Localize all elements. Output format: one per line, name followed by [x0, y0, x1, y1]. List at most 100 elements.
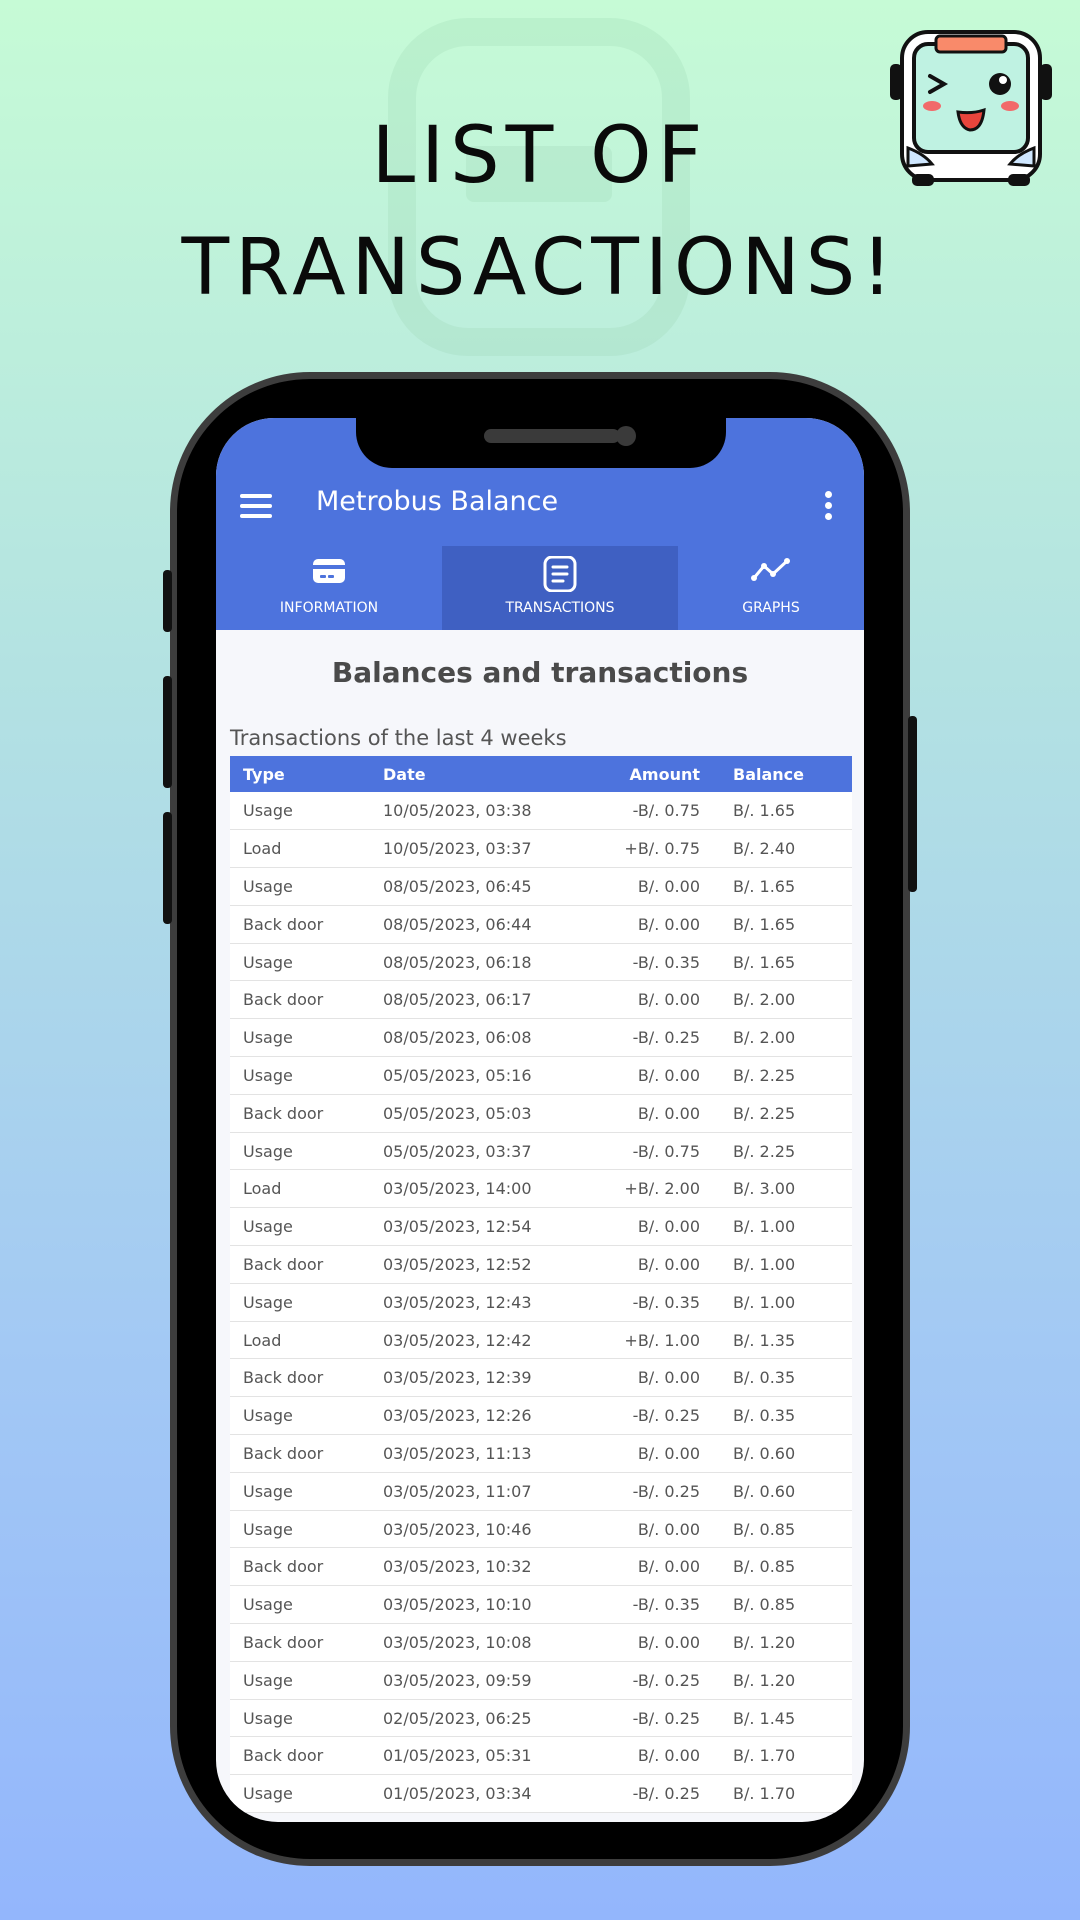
- cell-type: Load: [230, 1321, 370, 1360]
- header-amount: Amount: [590, 756, 720, 792]
- table-row: Usage 10/05/2023, 03:38 -B/. 0.75 B/. 1.65: [230, 792, 852, 831]
- cell-balance: B/. 1.20: [720, 1623, 852, 1662]
- cell-amount: -B/. 0.75: [590, 792, 720, 831]
- table-row: Usage 03/05/2023, 10:10 -B/. 0.35 B/. 0.85: [230, 1585, 852, 1625]
- cell-type: Usage: [230, 1132, 370, 1171]
- cell-amount: B/. 0.00: [590, 1434, 720, 1473]
- cell-balance: B/. 2.25: [720, 1056, 852, 1095]
- cell-type: Back door: [230, 980, 370, 1020]
- cell-balance: B/. 1.65: [720, 792, 852, 831]
- cell-date: 03/05/2023, 11:07: [370, 1472, 590, 1511]
- card-icon: [313, 559, 345, 583]
- cell-amount: B/. 0.00: [590, 1623, 720, 1662]
- table-row: Back door 08/05/2023, 06:44 B/. 0.00 B/. 1.…: [230, 905, 852, 944]
- cell-date: 08/05/2023, 06:18: [370, 943, 590, 982]
- cell-type: Back door: [230, 1434, 370, 1473]
- table-row: Load 10/05/2023, 03:37 +B/. 0.75 B/. 2.40: [230, 829, 852, 869]
- cell-date: 05/05/2023, 03:37: [370, 1132, 590, 1171]
- cell-balance: B/. 0.85: [720, 1585, 852, 1625]
- phone-volume-up: [163, 676, 172, 788]
- cell-amount: -B/. 0.35: [590, 1585, 720, 1625]
- cell-type: Usage: [230, 943, 370, 982]
- table-row: Usage 03/05/2023, 09:59 -B/. 0.25 B/. 1.20: [230, 1661, 852, 1700]
- cell-date: 03/05/2023, 14:00: [370, 1169, 590, 1209]
- tab-bar: INFORMATION TRANSACTIONS GRAPHS: [216, 546, 864, 630]
- cell-amount: B/. 0.00: [590, 1510, 720, 1549]
- cell-amount: -B/. 0.35: [590, 1283, 720, 1322]
- cell-type: Back door: [230, 1358, 370, 1398]
- cell-date: 08/05/2023, 06:45: [370, 867, 590, 906]
- table-header-row: Type Date Amount Balance: [230, 756, 852, 792]
- table-row: Back door 03/05/2023, 10:08 B/. 0.00 B/. 1.…: [230, 1623, 852, 1662]
- cell-balance: B/. 1.35: [720, 1321, 852, 1360]
- more-options-icon[interactable]: [822, 491, 834, 521]
- table-row: Usage 03/05/2023, 10:46 B/. 0.00 B/. 0.85: [230, 1510, 852, 1549]
- cell-date: 08/05/2023, 06:44: [370, 905, 590, 944]
- tab-graphs-label: GRAPHS: [742, 600, 800, 616]
- cell-balance: B/. 2.40: [720, 829, 852, 869]
- table-row: Usage 02/05/2023, 06:25 -B/. 0.25 B/. 1.45: [230, 1699, 852, 1738]
- cell-type: Load: [230, 829, 370, 869]
- cell-date: 03/05/2023, 12:42: [370, 1321, 590, 1360]
- cell-balance: B/. 0.85: [720, 1510, 852, 1549]
- cell-date: 03/05/2023, 12:26: [370, 1396, 590, 1436]
- cell-date: 10/05/2023, 03:38: [370, 792, 590, 831]
- cell-date: 08/05/2023, 06:08: [370, 1018, 590, 1058]
- cell-balance: B/. 2.25: [720, 1094, 852, 1133]
- tab-information[interactable]: INFORMATION: [216, 546, 442, 630]
- cell-type: Usage: [230, 1661, 370, 1700]
- cell-balance: B/. 1.65: [720, 905, 852, 944]
- tab-graphs[interactable]: GRAPHS: [678, 546, 864, 630]
- cell-date: 02/05/2023, 06:25: [370, 1699, 590, 1738]
- cell-balance: B/. 2.00: [720, 980, 852, 1020]
- cell-amount: -B/. 0.25: [590, 1774, 720, 1814]
- cell-date: 01/05/2023, 03:34: [370, 1774, 590, 1814]
- table-row: Back door 03/05/2023, 12:52 B/. 0.00 B/. 1.…: [230, 1245, 852, 1284]
- phone-camera: [616, 426, 636, 446]
- cell-date: 03/05/2023, 10:08: [370, 1623, 590, 1662]
- cell-type: Back door: [230, 1547, 370, 1587]
- page-title: Balances and transactions: [331, 656, 749, 689]
- cell-balance: B/. 0.35: [720, 1396, 852, 1436]
- table-row: Usage 03/05/2023, 11:07 -B/. 0.25 B/. 0.60: [230, 1472, 852, 1511]
- cell-amount: B/. 0.00: [590, 1245, 720, 1284]
- table-row: Usage 08/05/2023, 06:45 B/. 0.00 B/. 1.65: [230, 867, 852, 906]
- cell-type: Usage: [230, 1585, 370, 1625]
- app-title: Metrobus Balance: [316, 486, 559, 517]
- tab-transactions[interactable]: TRANSACTIONS: [442, 546, 678, 630]
- cell-balance: B/. 2.00: [720, 1018, 852, 1058]
- table-row: Usage 05/05/2023, 05:16 B/. 0.00 B/. 2.25: [230, 1056, 852, 1095]
- table-row: Usage 03/05/2023, 12:26 -B/. 0.25 B/. 0.35: [230, 1396, 852, 1436]
- cell-amount: B/. 0.00: [590, 1094, 720, 1133]
- bus-mascot-icon: [890, 30, 1052, 186]
- cell-date: 03/05/2023, 09:59: [370, 1661, 590, 1700]
- cell-type: Load: [230, 1169, 370, 1209]
- table-caption: Transactions of the last 4 weeks: [230, 726, 567, 750]
- cell-type: Usage: [230, 1774, 370, 1814]
- table-row: Usage 03/05/2023, 12:54 B/. 0.00 B/. 1.00: [230, 1207, 852, 1247]
- phone-power-button: [908, 716, 917, 892]
- cell-amount: +B/. 2.00: [590, 1169, 720, 1209]
- cell-type: Back door: [230, 1094, 370, 1133]
- menu-icon[interactable]: [240, 494, 272, 518]
- cell-type: Usage: [230, 1699, 370, 1738]
- cell-date: 03/05/2023, 10:46: [370, 1510, 590, 1549]
- cell-balance: B/. 0.60: [720, 1434, 852, 1473]
- cell-amount: -B/. 0.75: [590, 1132, 720, 1171]
- cell-balance: B/. 1.70: [720, 1774, 852, 1814]
- table-row: Usage 05/05/2023, 03:37 -B/. 0.75 B/. 2.25: [230, 1132, 852, 1171]
- cell-type: Usage: [230, 792, 370, 831]
- cell-amount: -B/. 0.25: [590, 1396, 720, 1436]
- cell-balance: B/. 2.25: [720, 1132, 852, 1171]
- tab-information-label: INFORMATION: [279, 600, 379, 616]
- table-row: Load 03/05/2023, 12:42 +B/. 1.00 B/. 1.35: [230, 1321, 852, 1360]
- cell-balance: B/. 1.65: [720, 867, 852, 906]
- cell-date: 03/05/2023, 12:39: [370, 1358, 590, 1398]
- cell-balance: B/. 1.45: [720, 1699, 852, 1738]
- cell-amount: -B/. 0.25: [590, 1661, 720, 1700]
- phone-screen: Metrobus Balance INFORMATION TRANSACTION…: [216, 418, 864, 1822]
- cell-type: Usage: [230, 1472, 370, 1511]
- cell-amount: B/. 0.00: [590, 1547, 720, 1587]
- cell-date: 03/05/2023, 11:13: [370, 1434, 590, 1473]
- cell-date: 05/05/2023, 05:03: [370, 1094, 590, 1133]
